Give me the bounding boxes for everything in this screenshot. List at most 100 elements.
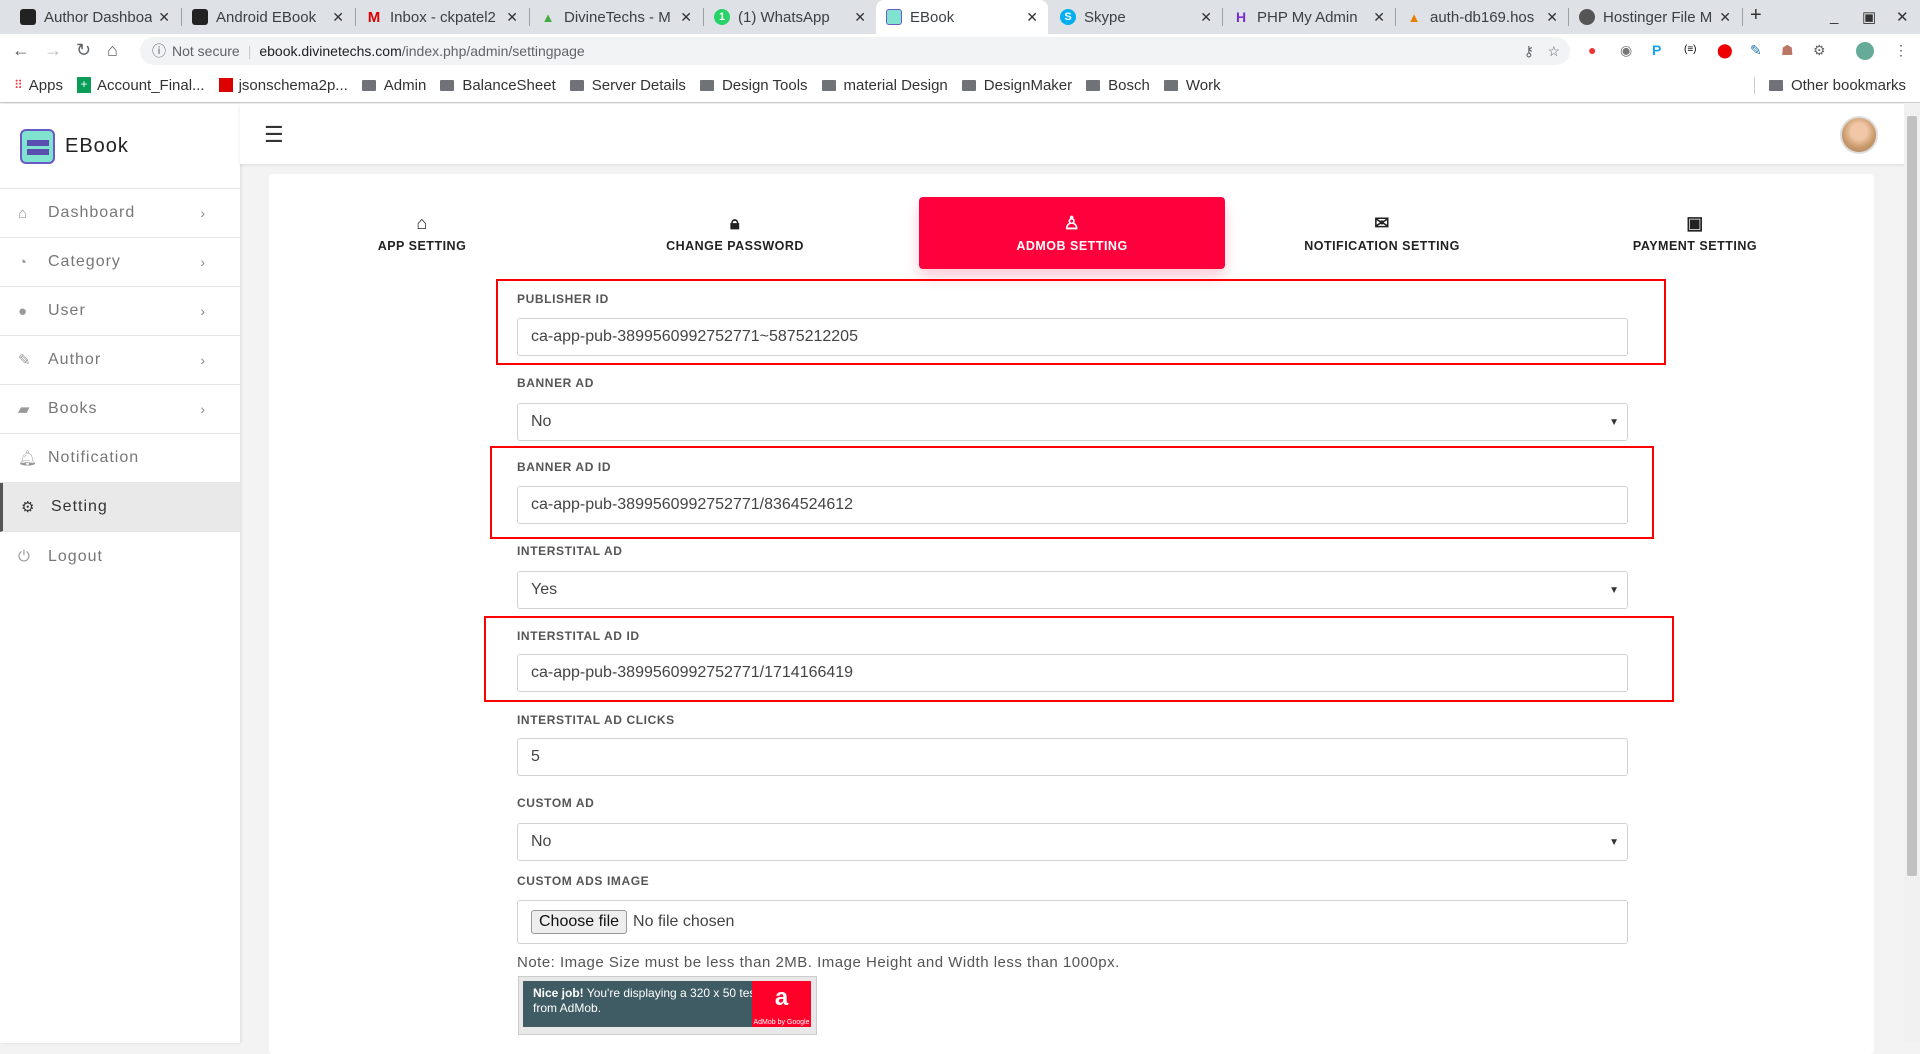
new-tab-button[interactable]: + [1750,4,1762,27]
bookmark-folder[interactable]: BalanceSheet [440,77,556,94]
sidebar-item-category[interactable]: ◔ Category › [0,238,240,287]
browser-tab[interactable]: Android EBook ✕ [182,0,354,34]
reload-icon[interactable]: ↻ [76,40,91,61]
tab-notification-setting[interactable]: ✉ NOTIFICATION SETTING [1229,197,1535,269]
monkey-extension-icon[interactable]: ☗ [1781,42,1794,59]
interstitial-ad-label: INTERSTITAL AD [517,544,623,558]
page-scrollbar[interactable] [1904,104,1920,1043]
browser-tab[interactable]: ▲ DivineTechs - M ✕ [530,0,702,34]
forward-icon[interactable]: → [44,40,62,61]
custom-ads-image-file-input[interactable]: Choose file No file chosen [517,900,1628,944]
bookmark-folder[interactable]: Design Tools [699,77,808,94]
tab-admob-setting[interactable]: ♙ ADMOB SETTING [919,197,1225,269]
whatsapp-icon: 1 [714,9,730,25]
close-tab-icon[interactable]: ✕ [1546,9,1558,26]
star-icon[interactable]: ☆ [1547,43,1560,60]
hamburger-menu-icon[interactable]: ☰ [264,122,284,148]
film-extension-icon[interactable]: ◉ [1620,42,1632,59]
opera-extension-icon[interactable]: ⬤ [1717,42,1733,59]
close-tab-icon[interactable]: ✕ [1200,9,1212,26]
home-icon: ⌂ [416,213,428,233]
close-tab-icon[interactable]: ✕ [1719,9,1731,26]
key-icon[interactable]: ⚷ [1524,43,1534,60]
profile-avatar-icon[interactable] [1856,42,1874,60]
skype-icon: S [1060,9,1076,25]
tab-change-password[interactable]: 🔒︎ CHANGE PASSWORD [582,197,888,269]
bookmark-folder[interactable]: Bosch [1086,77,1150,94]
settings-card: ⌂ APP SETTING 🔒︎ CHANGE PASSWORD ♙ ADMOB SE… [269,174,1874,1054]
close-tab-icon[interactable]: ✕ [506,9,518,26]
user-icon: ● [18,302,29,320]
close-window-button[interactable]: ✕ [1896,8,1909,26]
sidebar-item-logout[interactable]: ⏻ Logout [0,532,240,581]
browser-toolbar: ← → ↻ ⌂ ⓘ Not secure | ebook.divinetechs… [0,34,1920,68]
close-tab-icon[interactable]: ✕ [680,9,692,26]
tab-app-setting[interactable]: ⌂ APP SETTING [269,197,575,269]
banner-ad-select[interactable]: No ▼ [517,403,1628,441]
bookmarks-bar: ⠿ Apps + Account_Final... jsonschema2p... … [0,68,1920,103]
browser-tab[interactable]: Author Dashboard✕ [10,0,180,34]
tab-payment-setting[interactable]: ▣ PAYMENT SETTING [1542,197,1848,269]
bookmark-folder[interactable]: Admin [361,77,426,94]
browser-tab[interactable]: S Skype ✕ [1050,0,1222,34]
browser-tab[interactable]: H PHP My Admin ✕ [1223,0,1395,34]
browser-tab[interactable]: ▲ auth-db169.hos ✕ [1396,0,1568,34]
minimize-button[interactable]: _ [1830,8,1838,25]
close-tab-icon[interactable]: ✕ [158,9,170,26]
bookmark-item[interactable]: + Account_Final... [77,77,205,94]
other-bookmarks[interactable]: Other bookmarks [1753,76,1906,94]
interstitial-ad-id-input[interactable]: ca-app-pub-3899560992752771/1714166419 [517,654,1628,692]
sheets-icon: + [77,77,91,93]
user-avatar[interactable] [1840,116,1878,154]
chevron-right-icon: › [200,254,206,270]
menu-kebab-icon[interactable]: ⋮ [1894,42,1908,59]
info-icon: ⓘ [152,43,166,59]
custom-ad-select[interactable]: No ▼ [517,823,1628,861]
bookmark-item[interactable]: jsonschema2p... [218,77,348,94]
color-picker-extension-icon[interactable]: ● [1588,42,1596,58]
interstitial-ad-select[interactable]: Yes ▼ [517,571,1628,609]
close-tab-icon[interactable]: ✕ [854,9,866,26]
bookmark-folder[interactable]: DesignMaker [961,77,1072,94]
chevron-right-icon: › [200,303,206,319]
publisher-id-input[interactable]: ca-app-pub-3899560992752771~5875212205 [517,318,1628,356]
bookmark-folder[interactable]: material Design [821,77,948,94]
sidebar-item-setting[interactable]: ⚙ Setting [0,483,240,532]
home-icon: ⌂ [18,204,29,222]
choose-file-button[interactable]: Choose file [531,910,628,934]
bookmark-folder[interactable]: Server Details [569,77,686,94]
sidebar-item-user[interactable]: ● User › [0,287,240,336]
admob-logo-icon: a [774,984,789,1011]
back-icon[interactable]: ← [12,40,30,61]
browser-tab[interactable]: 1 (1) WhatsApp ✕ [704,0,876,34]
brand[interactable]: EBook [0,104,240,189]
browser-tab-active[interactable]: EBook ✕ [876,0,1048,34]
p-extension-icon[interactable]: P [1652,42,1661,58]
sidebar: EBook ⌂ Dashboard › ◔ Category › ● User › ✎ Aut… [0,104,240,1043]
folder-icon [1086,79,1101,91]
close-tab-icon[interactable]: ✕ [332,9,344,26]
scrollbar-thumb[interactable] [1907,116,1917,876]
browser-tab[interactable]: Hostinger File M ✕ [1569,0,1741,34]
folder-icon [1163,79,1178,91]
bookmark-apps[interactable]: ⠿ Apps [14,77,63,94]
address-bar[interactable]: ⓘ Not secure | ebook.divinetechs.com/ind… [140,37,1570,65]
browser-tab[interactable]: M Inbox - ckpatel2 ✕ [356,0,528,34]
home-icon[interactable]: ⌂ [107,40,118,61]
custom-ad-label: CUSTOM AD [517,796,595,810]
bookmark-folder[interactable]: Work [1163,77,1221,94]
gear-extension-icon[interactable]: ⚙ [1813,42,1826,59]
sidebar-item-notification[interactable]: 🔔︎ Notification [0,434,240,483]
interstitial-ad-clicks-input[interactable]: 5 [517,738,1628,776]
close-tab-icon[interactable]: ✕ [1373,9,1385,26]
json-extension-icon[interactable]: (≡) [1684,44,1697,55]
close-tab-icon[interactable]: ✕ [1026,9,1038,26]
folder-icon [361,79,376,91]
restore-button[interactable]: ▣ [1862,8,1876,26]
sidebar-item-author[interactable]: ✎ Author › [0,336,240,385]
banner-ad-id-input[interactable]: ca-app-pub-3899560992752771/8364524612 [517,486,1628,524]
banner-ad-label: BANNER AD [517,376,594,390]
sidebar-item-books[interactable]: ▰ Books › [0,385,240,434]
eyedropper-extension-icon[interactable]: ✎ [1750,42,1762,59]
sidebar-item-dashboard[interactable]: ⌂ Dashboard › [0,189,240,238]
